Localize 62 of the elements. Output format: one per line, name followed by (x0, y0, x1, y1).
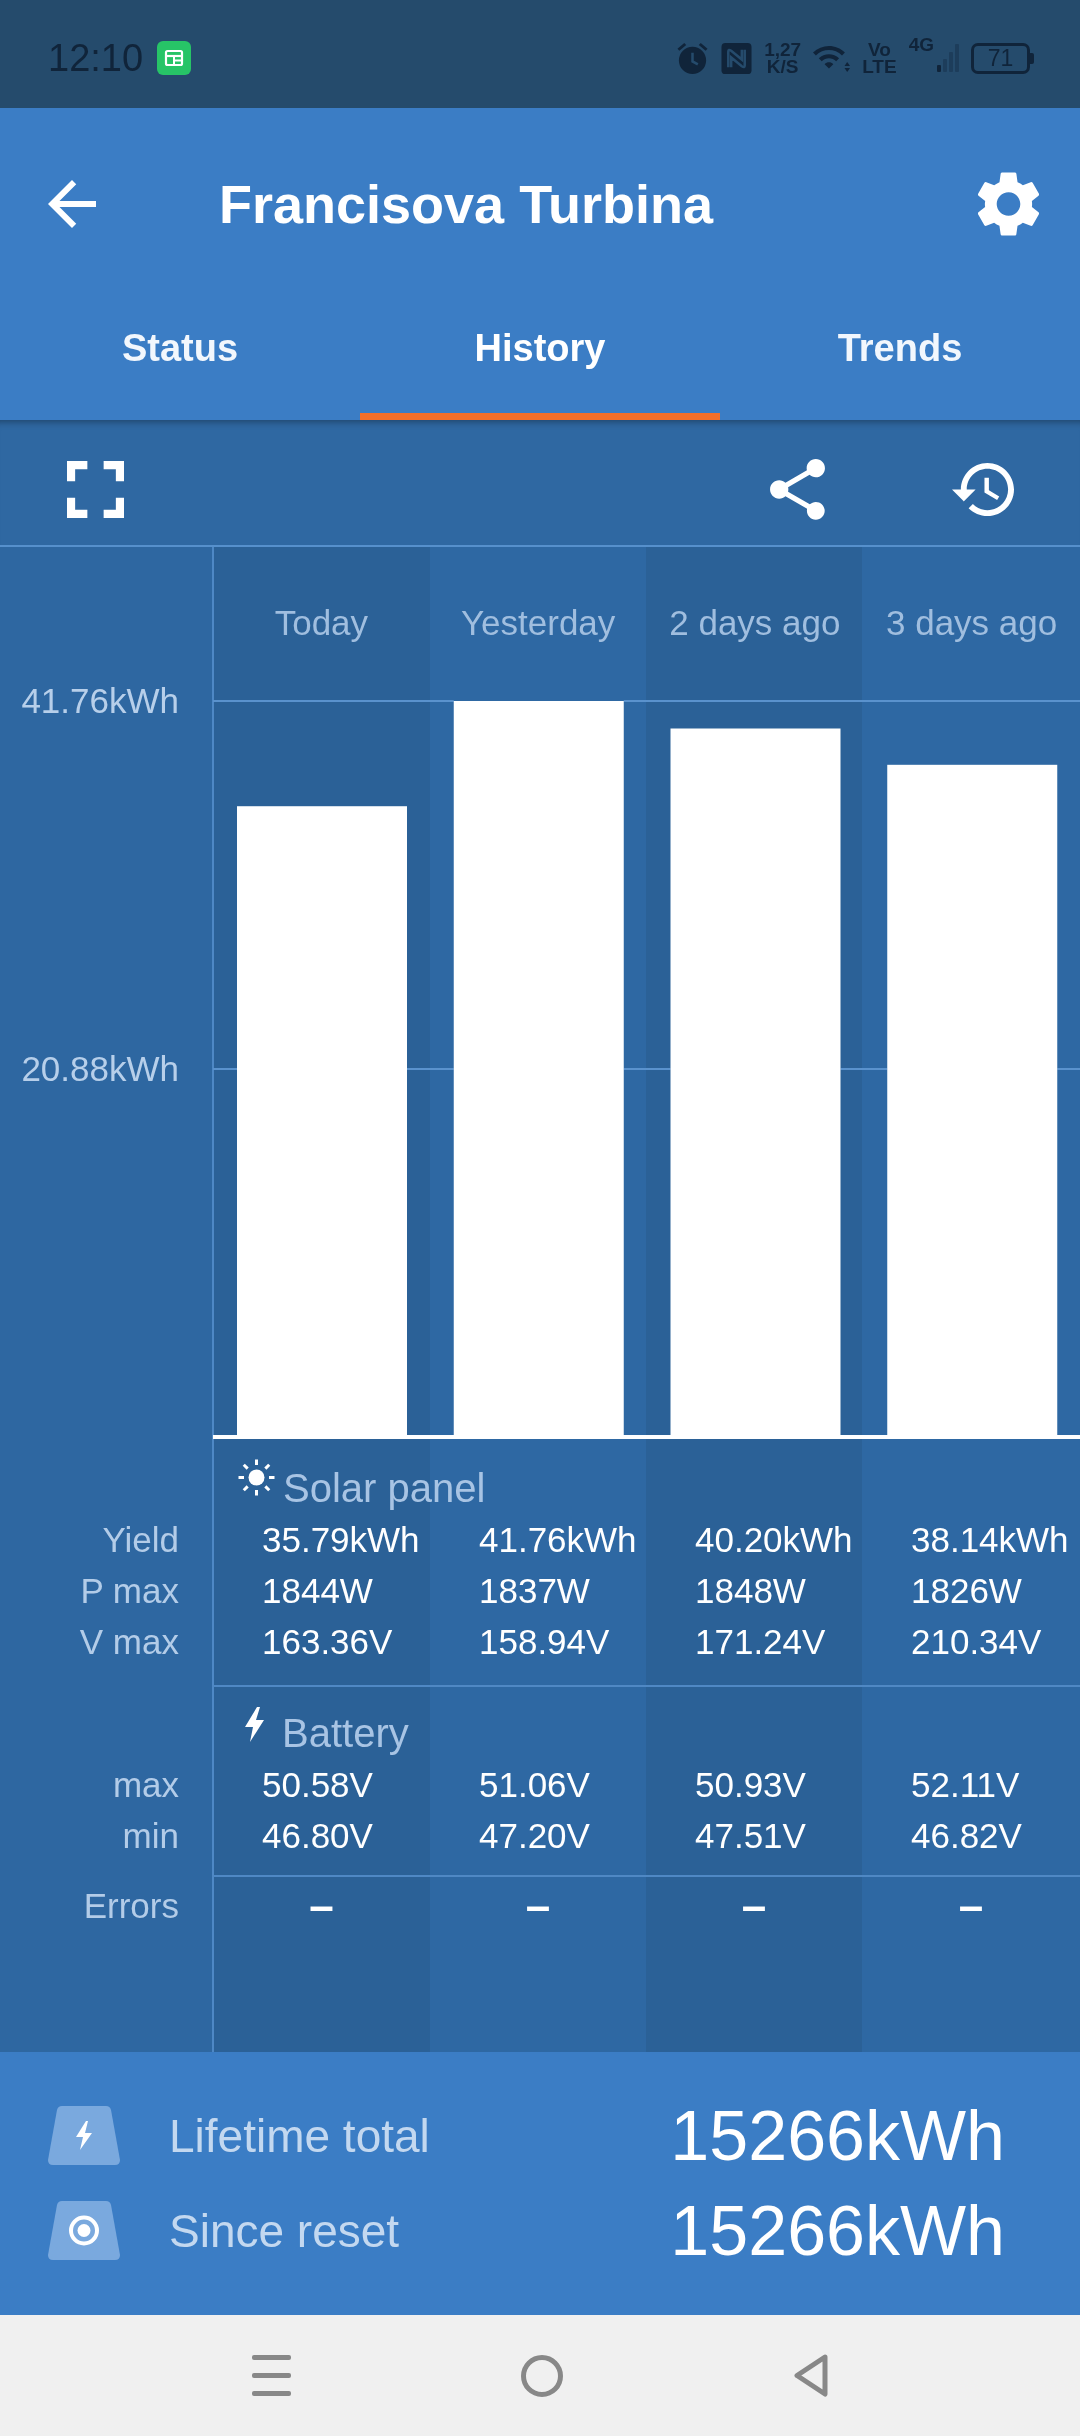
alarm-clock-icon (676, 41, 710, 75)
table-cell-text: 46.80V (261, 1815, 373, 1857)
table-cell-text: 46.82V (910, 1815, 1022, 1857)
row-label: Yield (101, 1519, 180, 1561)
table-cell-text: 52.11V (910, 1764, 1020, 1806)
triangle-left-icon[interactable] (793, 2354, 828, 2397)
table-cell: – (958, 1880, 984, 1931)
category-label: Yesterday (460, 603, 616, 642)
total-label: Since reset (169, 2203, 400, 2258)
table-cell-text: 171.24V (694, 1621, 826, 1663)
fullscreen-icon[interactable] (67, 461, 124, 518)
table-cell-text: 47.51V (694, 1815, 806, 1857)
lightning-tile-icon (48, 2106, 120, 2165)
table-cell-text: 1844W (261, 1570, 373, 1612)
section-title: Battery (282, 1710, 409, 1757)
table-cell-text: 210.34V (910, 1621, 1042, 1663)
total-label: Lifetime total (169, 2108, 430, 2163)
lightning-icon (244, 1707, 265, 1742)
tab[interactable]: Status (0, 300, 360, 420)
settings-icon[interactable] (978, 171, 1039, 237)
table-cell-text: 163.36V (261, 1621, 393, 1663)
signal-icon (937, 44, 959, 72)
table-cell: – (525, 1880, 551, 1931)
tab[interactable]: Trends (720, 300, 1080, 420)
category-label: 2 days ago (669, 603, 841, 642)
total-value: 15266kWh (670, 2095, 1005, 2176)
row-label: P max (79, 1570, 180, 1612)
screen-title: Francisova Turbina (219, 173, 714, 236)
table-cell-text: 40.20kWh (694, 1519, 853, 1561)
table-cell-text: 41.76kWh (478, 1519, 637, 1561)
history-icon[interactable] (952, 460, 1014, 519)
total-value: 15266kWh (670, 2190, 1005, 2271)
circle-icon[interactable] (521, 2354, 563, 2397)
table-cell-text: 50.93V (694, 1764, 806, 1806)
table-cell-text: 158.94V (478, 1621, 610, 1663)
table-cell: – (741, 1880, 767, 1931)
category-label: 3 days ago (886, 603, 1058, 642)
nfc-icon (721, 42, 753, 74)
row-label: min (121, 1815, 180, 1857)
table-cell-text: 50.58V (261, 1764, 373, 1806)
sun-icon (238, 1459, 275, 1496)
category-label: Today (274, 603, 369, 642)
ring-dot-tile-icon (48, 2201, 120, 2260)
table-cell-text: 1848W (694, 1570, 806, 1612)
row-label: Errors (82, 1885, 180, 1927)
table-cell-text: 38.14kWh (910, 1519, 1069, 1561)
table-cell-text: 51.06V (478, 1764, 590, 1806)
row-label: max (111, 1764, 180, 1806)
share-icon[interactable] (770, 459, 825, 520)
table-cell: – (309, 1880, 334, 1931)
table-cell-text: 1837W (478, 1570, 590, 1612)
table-cell-text: 35.79kWh (261, 1519, 420, 1561)
y-axis-label: 20.88kWh (21, 1049, 179, 1088)
arrow-left-icon[interactable] (48, 180, 96, 228)
y-axis-label: 41.76kWh (21, 681, 179, 720)
section-title: Solar panel (283, 1465, 486, 1512)
row-label: V max (78, 1621, 180, 1663)
wifi-icon (813, 44, 851, 72)
menu-icon[interactable] (252, 2355, 291, 2396)
table-cell-text: 1826W (910, 1570, 1022, 1612)
calendar-notification-icon (157, 41, 192, 75)
table-cell-text: 47.20V (478, 1815, 590, 1857)
